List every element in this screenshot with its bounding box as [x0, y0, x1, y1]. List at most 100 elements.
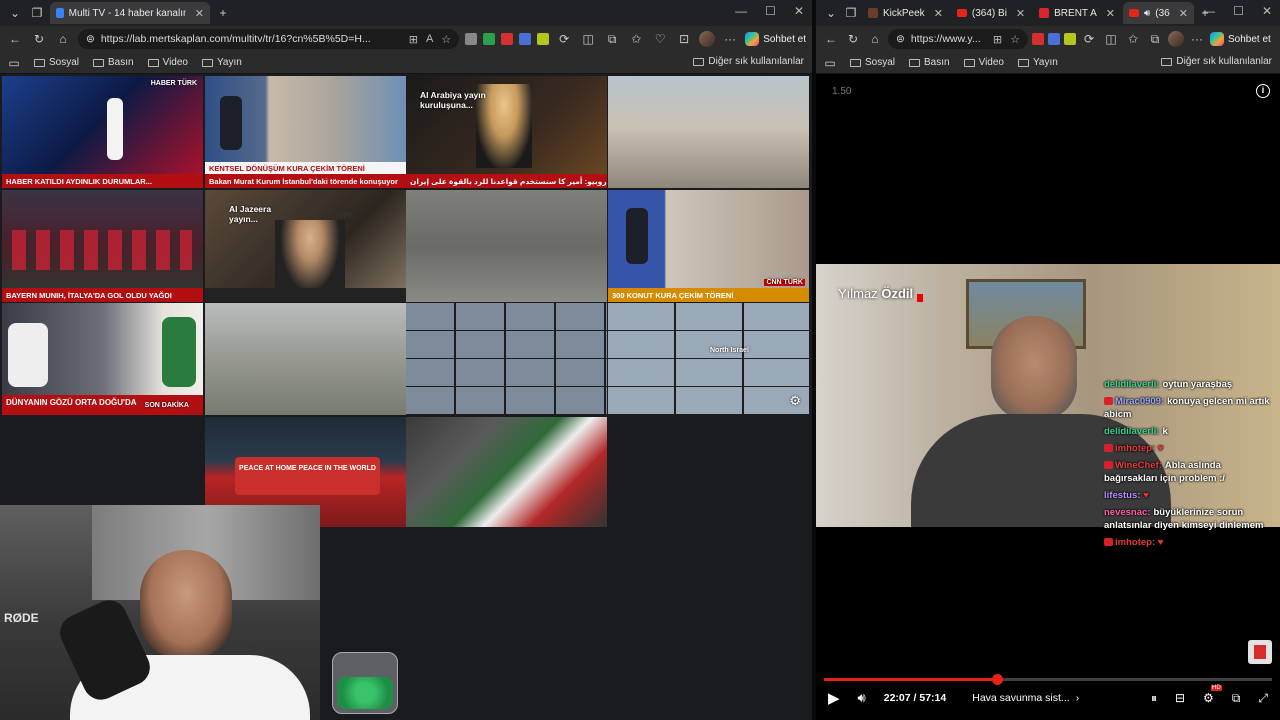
close-tab-icon[interactable]: ✕: [1016, 7, 1025, 20]
bookmarks-menu-icon[interactable]: ▭: [824, 54, 836, 72]
extension-icon[interactable]: [537, 33, 550, 45]
video-tile-al-jazeera[interactable]: Al Jazeera yayın... GPI: [205, 190, 406, 302]
tab-actions-icon[interactable]: ⌄: [822, 4, 840, 22]
collections-icon[interactable]: ⧉: [1146, 30, 1164, 48]
read-aloud-icon[interactable]: A: [426, 33, 433, 46]
copilot-button[interactable]: Sohbet et: [745, 32, 806, 46]
extension-icon[interactable]: [1032, 33, 1044, 45]
info-icon[interactable]: i: [1256, 84, 1270, 98]
video-tile-son-dakika[interactable]: DÜNYANIN GÖZÜ ORTA DOĞU'DA SON DAKİKA: [2, 303, 203, 415]
heart-icon[interactable]: ♡: [651, 30, 669, 48]
progress-scrubber[interactable]: [992, 674, 1004, 685]
url-field[interactable]: ⊜ https://www.y... ⊞ ☆: [888, 29, 1028, 49]
video-tile-israel-cams[interactable]: North Israel ⚙: [608, 303, 809, 415]
refresh-extension-icon[interactable]: ⟳: [555, 30, 573, 48]
extension-icon[interactable]: [1064, 33, 1076, 45]
sidebar-icon[interactable]: ◫: [1102, 30, 1120, 48]
bookmark-folder-sosyal[interactable]: Sosyal: [34, 57, 79, 68]
video-tile-multicam[interactable]: [406, 303, 607, 415]
bookmark-folder-basin[interactable]: Basın: [93, 57, 134, 68]
extension-icon[interactable]: [501, 33, 514, 45]
settings-icon[interactable]: ⚙ HD: [1203, 685, 1222, 705]
video-tile-cnnturk[interactable]: 300 KONUT KURA ÇEKİM TÖRENİ CNN TÜRK: [608, 190, 809, 302]
profile-avatar[interactable]: [699, 31, 716, 47]
back-icon[interactable]: ←: [822, 30, 840, 48]
other-bookmarks[interactable]: Diğer sık kullanılanlar: [693, 56, 804, 67]
subtitles-icon[interactable]: ⊟: [1175, 691, 1185, 705]
workspaces-icon[interactable]: ❐: [842, 4, 860, 22]
other-bookmarks[interactable]: Diğer sık kullanılanlar: [1161, 56, 1272, 67]
maximize-icon[interactable]: ☐: [1233, 4, 1244, 18]
tab-actions-icon[interactable]: ⌄: [6, 4, 24, 22]
home-icon[interactable]: ⌂: [54, 30, 72, 48]
favorite-star-icon[interactable]: ☆: [1010, 33, 1020, 46]
miniplayer-icon[interactable]: ⧉: [1232, 691, 1241, 706]
video-tile-haberturk[interactable]: HABER TÜRK HABER KATILDI AYDINLIK DURUML…: [2, 76, 203, 188]
collections-icon[interactable]: ⧉: [603, 30, 621, 48]
video-tile-protest[interactable]: [406, 417, 607, 527]
close-tab-icon[interactable]: ✕: [1106, 7, 1115, 20]
play-icon[interactable]: ▶: [828, 689, 840, 707]
favorite-star-icon[interactable]: ☆: [441, 33, 451, 46]
video-tile-jerusalem[interactable]: [205, 303, 406, 415]
tab-youtube-active[interactable]: 🔊︎ (36 ✕: [1122, 2, 1194, 24]
workspaces-icon[interactable]: ❐: [28, 4, 46, 22]
favorites-icon[interactable]: ✩: [1124, 30, 1142, 48]
refresh-extension-icon[interactable]: ⟳: [1080, 30, 1098, 48]
settings-gear-icon[interactable]: ⚙: [789, 393, 801, 409]
copilot-button[interactable]: Sohbet et: [1210, 32, 1271, 46]
bookmarks-menu-icon[interactable]: ▭: [8, 54, 20, 72]
video-tile-aerial-gaza[interactable]: [406, 190, 607, 302]
close-tab-icon[interactable]: ✕: [1179, 7, 1188, 20]
overlay-widget[interactable]: [1248, 640, 1272, 664]
bookmark-folder-basin[interactable]: Basın: [909, 57, 950, 68]
url-field[interactable]: ⊜ https://lab.mertskaplan.com/multitv/tr…: [78, 29, 460, 49]
bookmark-folder-yayin[interactable]: Yayın: [1018, 57, 1058, 68]
video-tile-sports[interactable]: BAYERN MUNIH, İTALYA'DA GOL OLDU YAĞDI: [2, 190, 203, 302]
video-tile-cityscape[interactable]: [608, 76, 809, 188]
site-info-icon[interactable]: ⊜: [86, 33, 95, 45]
more-menu-icon[interactable]: ···: [721, 30, 739, 48]
back-icon[interactable]: ←: [6, 30, 24, 48]
minimize-icon[interactable]: —: [1203, 4, 1215, 18]
profile-avatar[interactable]: [1168, 31, 1184, 47]
video-tile-al-arabiya[interactable]: Al Arabiya yayın kuruluşuna... روبيو: أم…: [406, 76, 607, 188]
close-window-icon[interactable]: ✕: [1262, 4, 1272, 18]
sidebar-icon[interactable]: ◫: [579, 30, 597, 48]
extension-icon[interactable]: [483, 33, 496, 45]
close-tab-icon[interactable]: ✕: [934, 7, 943, 20]
home-icon[interactable]: ⌂: [866, 30, 884, 48]
close-tab-icon[interactable]: ✕: [195, 7, 204, 20]
fullscreen-icon[interactable]: ⤢: [1258, 691, 1268, 706]
video-tile-kentsel[interactable]: KENTSEL DÖNÜŞÜM KURA ÇEKİM TÖRENİ Bakan …: [205, 76, 406, 188]
tab-kickpeek[interactable]: KickPeek ✕: [862, 2, 949, 24]
tab-brent[interactable]: BRENT A ✕: [1033, 2, 1121, 24]
extension-icon[interactable]: [1048, 33, 1060, 45]
pause-autoplay-icon[interactable]: ⏸: [1151, 691, 1157, 706]
youtube-player[interactable]: 1.50 i Yılmaz Özdil delidilaverli: oytun …: [816, 74, 1280, 720]
bookmark-folder-video[interactable]: Video: [963, 57, 1004, 68]
extension-icon[interactable]: [519, 33, 532, 45]
tab-youtube-1[interactable]: (364) Bi ✕: [951, 2, 1031, 24]
maximize-icon[interactable]: ☐: [765, 4, 776, 18]
tab-multitv[interactable]: Multi TV - 14 haber kanalını aynı a ✕: [50, 2, 210, 24]
speaker-icon[interactable]: 🔊︎: [1144, 8, 1150, 19]
new-tab-icon[interactable]: +: [214, 4, 232, 22]
minimize-icon[interactable]: —: [735, 4, 747, 18]
split-view-icon[interactable]: ⊞: [409, 33, 418, 46]
bookmark-folder-video[interactable]: Video: [147, 57, 188, 68]
split-view-icon[interactable]: ⊞: [993, 33, 1002, 46]
site-info-icon[interactable]: ⊜: [896, 33, 905, 45]
chapter-button[interactable]: Hava savunma sist... ›: [972, 692, 1079, 704]
refresh-icon[interactable]: ↻: [30, 30, 48, 48]
refresh-icon[interactable]: ↻: [844, 30, 862, 48]
close-window-icon[interactable]: ✕: [794, 4, 804, 18]
bookmark-folder-sosyal[interactable]: Sosyal: [850, 57, 895, 68]
screenshot-icon[interactable]: ⊡: [675, 30, 693, 48]
bookmark-folder-yayin[interactable]: Yayın: [202, 57, 242, 68]
favorites-icon[interactable]: ✩: [627, 30, 645, 48]
volume-icon[interactable]: 🔊︎: [858, 690, 866, 706]
extension-icon[interactable]: [465, 33, 478, 45]
progress-bar[interactable]: [824, 674, 1272, 685]
more-menu-icon[interactable]: ···: [1188, 30, 1206, 48]
